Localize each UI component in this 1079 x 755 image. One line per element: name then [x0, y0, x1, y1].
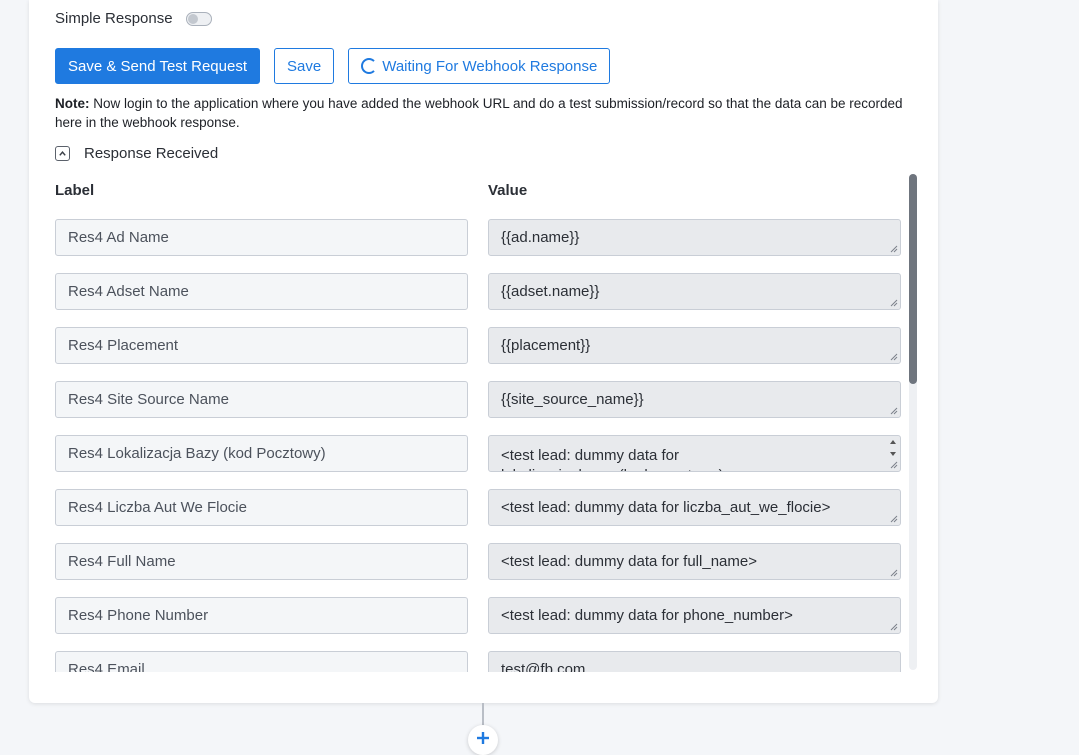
response-received-toggle[interactable]: Response Received	[55, 145, 218, 162]
simple-response-toggle[interactable]	[185, 11, 212, 26]
value-text: {{ad.name}}	[501, 229, 580, 246]
response-received-label: Response Received	[84, 145, 219, 162]
response-rows: Res4 Ad Name {{ad.name}} Res4 Adset Name…	[55, 219, 901, 672]
resize-handle-icon[interactable]	[890, 623, 898, 631]
table-row: Res4 Lokalizacja Bazy (kod Pocztowy) <te…	[55, 435, 901, 489]
textarea-scrollbar[interactable]	[887, 437, 899, 461]
simple-response-row: Simple Response	[55, 10, 212, 27]
value-text: <test lead: dummy data for phone_number>	[501, 607, 793, 624]
resize-handle-icon[interactable]	[890, 245, 898, 253]
simple-response-label: Simple Response	[55, 10, 173, 27]
note-text: Note: Now login to the application where…	[55, 94, 915, 132]
chevron-up-icon[interactable]	[55, 146, 70, 161]
value-text: {{adset.name}}	[501, 283, 600, 300]
scrollbar-thumb[interactable]	[909, 174, 917, 384]
resize-handle-icon[interactable]	[890, 407, 898, 415]
resize-handle-icon[interactable]	[890, 353, 898, 361]
waiting-webhook-label: Waiting For Webhook Response	[382, 57, 598, 75]
value-textarea[interactable]: <test lead: dummy data for lokalizacja_b…	[488, 435, 901, 472]
resize-handle-icon[interactable]	[890, 515, 898, 523]
add-step-button[interactable]	[468, 725, 498, 755]
label-input[interactable]: Res4 Site Source Name	[55, 381, 468, 418]
value-textarea[interactable]: {{site_source_name}}	[488, 381, 901, 418]
table-row: Res4 Adset Name {{adset.name}}	[55, 273, 901, 327]
value-textarea[interactable]: {{adset.name}}	[488, 273, 901, 310]
value-text: <test lead: dummy data for full_name>	[501, 553, 757, 570]
label-input[interactable]: Res4 Placement	[55, 327, 468, 364]
resize-handle-icon[interactable]	[890, 569, 898, 577]
value-text: <test lead: dummy data for liczba_aut_we…	[501, 499, 831, 516]
table-row: Res4 Placement {{placement}}	[55, 327, 901, 381]
webhook-config-card: Simple Response Save & Send Test Request…	[29, 0, 938, 703]
plus-icon	[477, 732, 489, 744]
spinner-icon	[361, 58, 378, 74]
value-text: {{site_source_name}}	[501, 391, 644, 408]
value-textarea[interactable]: {{placement}}	[488, 327, 901, 364]
table-row: Res4 Full Name <test lead: dummy data fo…	[55, 543, 901, 597]
table-row: Res4 Phone Number <test lead: dummy data…	[55, 597, 901, 651]
resize-handle-icon[interactable]	[890, 461, 898, 469]
label-input[interactable]: Res4 Phone Number	[55, 597, 468, 634]
value-textarea[interactable]: <test lead: dummy data for phone_number>	[488, 597, 901, 634]
table-row: Res4 Ad Name {{ad.name}}	[55, 219, 901, 273]
label-input[interactable]: Res4 Lokalizacja Bazy (kod Pocztowy)	[55, 435, 468, 472]
value-textarea[interactable]: <test lead: dummy data for liczba_aut_we…	[488, 489, 901, 526]
resize-handle-icon[interactable]	[890, 299, 898, 307]
table-row: Res4 Email test@fb.com	[55, 651, 901, 672]
save-send-test-button[interactable]: Save & Send Test Request	[55, 48, 261, 84]
value-text: test@fb.com	[501, 661, 586, 672]
value-text: <test lead: dummy data for lokalizacja_b…	[501, 447, 732, 471]
value-textarea[interactable]: {{ad.name}}	[488, 219, 901, 256]
label-input[interactable]: Res4 Liczba Aut We Flocie	[55, 489, 468, 526]
value-textarea[interactable]: <test lead: dummy data for full_name>	[488, 543, 901, 580]
note-body: Now login to the application where you h…	[55, 96, 903, 130]
note-prefix: Note:	[55, 96, 90, 111]
value-text: {{placement}}	[501, 337, 591, 354]
label-input[interactable]: Res4 Adset Name	[55, 273, 468, 310]
table-row: Res4 Liczba Aut We Flocie <test lead: du…	[55, 489, 901, 543]
table-row: Res4 Site Source Name {{site_source_name…	[55, 381, 901, 435]
label-column-header: Label	[55, 182, 95, 199]
label-input[interactable]: Res4 Ad Name	[55, 219, 468, 256]
action-buttons: Save & Send Test Request Save Waiting Fo…	[55, 48, 611, 84]
save-button[interactable]: Save	[274, 48, 335, 84]
response-table: Label Value Res4 Ad Name {{ad.name}} Res…	[55, 172, 917, 672]
waiting-webhook-button[interactable]: Waiting For Webhook Response	[348, 48, 611, 84]
label-input[interactable]: Res4 Full Name	[55, 543, 468, 580]
label-input[interactable]: Res4 Email	[55, 651, 468, 672]
value-column-header: Value	[488, 182, 528, 199]
value-textarea[interactable]: test@fb.com	[488, 651, 901, 672]
